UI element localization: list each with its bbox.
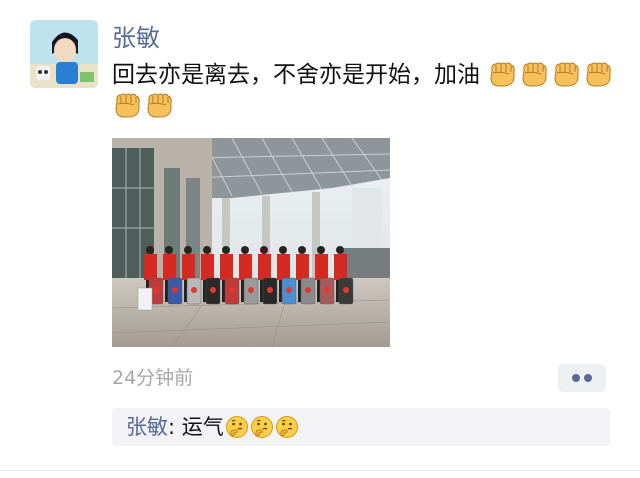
fist-emoji-icon	[583, 60, 613, 88]
post-text: 回去亦是离去，不舍亦是开始，加油	[112, 60, 622, 122]
comment-author[interactable]: 张敏	[126, 415, 168, 439]
post-photo[interactable]	[112, 138, 390, 347]
comment-emoji-group	[224, 415, 299, 439]
post-author-name[interactable]: 张敏	[112, 22, 160, 54]
fist-emoji-icon	[112, 91, 142, 119]
station-group-photo	[112, 138, 390, 347]
avatar[interactable]	[30, 20, 98, 88]
more-actions-button[interactable]	[558, 364, 606, 392]
fist-emoji-icon	[519, 60, 549, 88]
thinking-emoji-icon	[250, 415, 274, 439]
comment-item: 张敏: 运气	[126, 411, 299, 443]
fist-emoji-icon	[144, 91, 174, 119]
fist-emoji-icon	[487, 60, 517, 88]
comment-text: 运气	[181, 415, 224, 439]
post-timestamp: 24分钟前	[112, 367, 194, 389]
more-dot-icon	[584, 374, 592, 382]
thinking-emoji-icon	[275, 415, 299, 439]
comment-section: 张敏: 运气	[112, 408, 610, 446]
thinking-emoji-icon	[225, 415, 249, 439]
comment-separator: :	[168, 415, 182, 439]
post-text-body: 回去亦是离去，不舍亦是开始，加油	[112, 62, 480, 88]
divider	[0, 470, 640, 471]
fist-emoji-icon	[551, 60, 581, 88]
more-dot-icon	[572, 374, 580, 382]
avatar-image	[30, 20, 98, 88]
